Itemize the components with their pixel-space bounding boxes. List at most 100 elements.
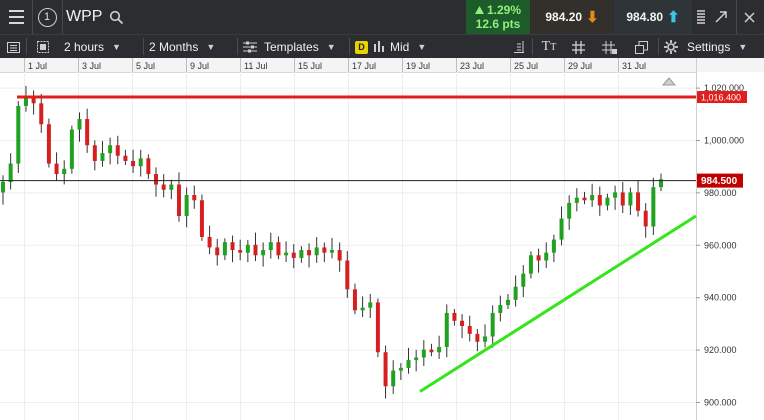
candle-up xyxy=(421,349,426,358)
instrument-symbol[interactable]: WPP xyxy=(66,0,102,34)
candle-up xyxy=(414,357,419,361)
popout-icon[interactable] xyxy=(710,0,732,34)
candle-down xyxy=(636,192,641,211)
candle-down xyxy=(337,250,342,261)
sell-price-button[interactable]: 984.20 ⬇ xyxy=(531,0,613,34)
candle-down xyxy=(345,260,350,290)
x-tick-label: 5 Jul xyxy=(136,61,155,71)
divider xyxy=(26,38,27,55)
indicators-icon[interactable] xyxy=(508,35,528,59)
candle-down xyxy=(253,244,258,256)
text-size-icon[interactable]: TT xyxy=(538,35,560,59)
range-dropdown[interactable]: 2 Months ▼ xyxy=(149,35,215,59)
crosshair-grid-icon[interactable] xyxy=(568,35,588,59)
candle-down xyxy=(536,255,541,261)
candle-up xyxy=(184,195,189,216)
candle-up xyxy=(513,286,518,300)
candle-up xyxy=(330,250,334,253)
interval-label: 2 hours xyxy=(64,40,105,54)
candle-down xyxy=(238,250,243,253)
price-chart[interactable]: 1 Jul 3 Jul 5 Jul 9 Jul 11 Jul 15 Jul 17 Jul 19… xyxy=(0,58,764,420)
candle-up xyxy=(444,312,449,347)
close-icon[interactable] xyxy=(738,0,760,34)
divider xyxy=(736,0,737,34)
divider xyxy=(62,0,63,34)
templates-icon xyxy=(243,41,257,53)
divider xyxy=(349,38,350,55)
bars-icon xyxy=(373,40,385,55)
candle-down xyxy=(207,236,212,248)
y-tick-label: 960.000 xyxy=(704,240,737,250)
candle-down xyxy=(307,250,312,256)
price-type-dropdown[interactable]: D Mid ▼ xyxy=(355,35,426,59)
x-tick-label: 17 Jul xyxy=(352,61,376,71)
divider xyxy=(532,38,533,55)
price-type-label: Mid xyxy=(390,40,410,54)
candle-up xyxy=(1,181,5,193)
search-icon[interactable] xyxy=(106,0,126,34)
y-tick-label: 900.000 xyxy=(704,398,737,408)
candle-up xyxy=(521,273,526,287)
layout-grid-icon[interactable] xyxy=(34,35,52,59)
candle-up xyxy=(498,305,503,313)
x-tick-label: 29 Jul xyxy=(568,61,592,71)
x-tick-label: 9 Jul xyxy=(190,61,209,71)
settings-dropdown[interactable]: Settings ▼ xyxy=(664,35,747,59)
grip-icon[interactable] xyxy=(694,0,708,34)
candle-up xyxy=(483,336,488,342)
candle-down xyxy=(582,197,587,201)
candle-down xyxy=(460,320,465,327)
triangle-up-icon xyxy=(474,6,484,14)
candle-up xyxy=(544,252,549,261)
candle-up xyxy=(651,187,656,227)
candle-up xyxy=(169,184,174,190)
duplicate-window-icon[interactable] xyxy=(630,35,652,59)
candle-up xyxy=(605,197,610,206)
candle-up xyxy=(505,299,510,306)
list-icon[interactable] xyxy=(4,35,22,59)
info-button[interactable]: 1 xyxy=(34,0,60,34)
daily-change-box: 1.29% 12.6 pts xyxy=(466,0,530,34)
candle-down xyxy=(597,195,602,206)
change-percent: 1.29% xyxy=(486,3,522,17)
candle-down xyxy=(475,333,480,342)
divider xyxy=(143,38,144,55)
y-tick-label: 1,000.000 xyxy=(704,136,744,146)
candle-up xyxy=(528,255,533,274)
templates-dropdown[interactable]: Templates ▼ xyxy=(243,35,336,59)
candle-up xyxy=(406,360,411,368)
caret-down-icon: ▼ xyxy=(738,42,748,52)
caret-down-icon: ▼ xyxy=(206,42,216,52)
candle-up xyxy=(628,192,633,206)
candle-down xyxy=(467,326,472,334)
candle-down xyxy=(352,289,357,311)
candle-up xyxy=(574,197,579,203)
interval-dropdown[interactable]: 2 hours ▼ xyxy=(64,35,121,59)
candle-down xyxy=(643,210,648,227)
y-tick-label: 940.000 xyxy=(704,293,737,303)
candle-up xyxy=(69,129,74,169)
candle-up xyxy=(108,145,113,154)
candle-down xyxy=(176,184,181,216)
candle-up xyxy=(284,252,289,256)
chart-toolbar: 2 hours ▼ 2 Months ▼ Templates ▼ D Mid ▼ xyxy=(0,34,764,58)
candle-up xyxy=(490,312,495,337)
candle-up xyxy=(299,250,304,258)
candle-up xyxy=(391,370,396,387)
info-circle-icon: 1 xyxy=(37,7,57,27)
buy-price-button[interactable]: 984.80 ⬆ xyxy=(614,0,692,34)
candle-up xyxy=(559,218,564,240)
hamburger-icon xyxy=(8,8,24,26)
candle-down xyxy=(291,252,296,258)
candle-down xyxy=(92,145,97,161)
hamburger-menu-button[interactable] xyxy=(0,0,32,34)
top-bar: 1 WPP 1.29% 12.6 pts 984.20 ⬇ 984.80 ⬆ xyxy=(0,0,764,34)
candle-down xyxy=(46,124,51,164)
price-badge: D xyxy=(355,40,368,54)
caret-down-icon: ▼ xyxy=(112,42,121,52)
change-percent-row: 1.29% xyxy=(474,3,522,17)
divider xyxy=(237,38,238,55)
drawing-tools-icon[interactable] xyxy=(598,35,620,59)
x-tick-label: 15 Jul xyxy=(298,61,322,71)
x-tick-label: 3 Jul xyxy=(82,61,101,71)
